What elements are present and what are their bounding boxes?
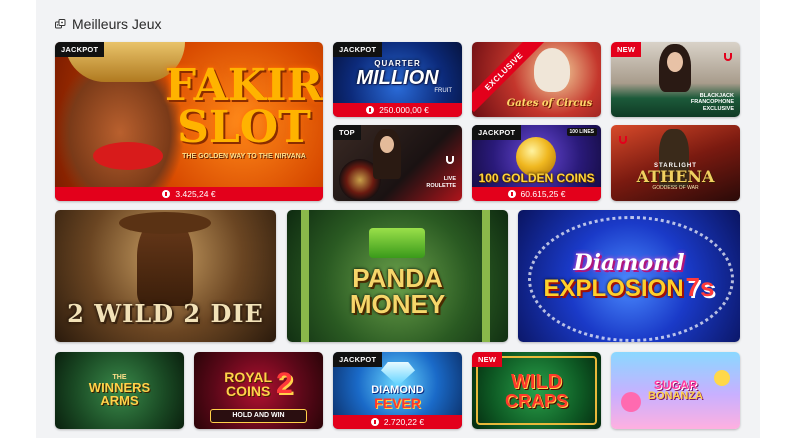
game-subtitle: HOLD AND WIN — [210, 409, 307, 423]
jackpot-amount: 250.000,00 € — [379, 105, 429, 115]
game-title-number: 2 — [276, 366, 293, 400]
game-tile-panda-money[interactable]: PANDA MONEY — [287, 210, 508, 342]
hat-art — [119, 212, 211, 234]
game-title: ROYAL — [224, 368, 273, 385]
game-caption: BLACKJACK FRANCOPHONE EXCLUSIVE — [690, 93, 734, 112]
game-tile-diamond-explosion-7s[interactable]: Diamond EXPLOSION 7s — [518, 210, 740, 342]
game-title: 100 GOLDEN COINS — [478, 171, 595, 185]
jackpot-bar: 2.720,22 € — [333, 415, 462, 429]
page: Meilleurs Jeux JACKPOT FAKIR SLOT THE GO… — [0, 0, 800, 438]
top-badge: TOP — [333, 125, 361, 140]
dealer-face-art — [380, 136, 394, 153]
game-title-line2: COINS — [225, 382, 271, 399]
game-tile-wild-craps[interactable]: NEW WILD CRAPS — [472, 352, 601, 429]
game-tile-fakir-slot[interactable]: JACKPOT FAKIR SLOT THE GOLDEN WAY TO THE… — [55, 42, 323, 201]
lines-label: 100 LINES — [566, 128, 597, 136]
section-title: Meilleurs Jeux — [72, 16, 162, 32]
brand-logo-icon — [446, 156, 454, 164]
game-tile-starlight-athena[interactable]: STARLIGHT ATHENA GODDESS OF WAR — [611, 125, 740, 201]
jackpot-amount: 3.425,24 € — [175, 189, 216, 199]
game-title: WILD — [510, 370, 563, 393]
jackpot-badge: JACKPOT — [472, 125, 522, 140]
jackpot-bar: 3.425,24 € — [55, 187, 323, 201]
jackpot-amount: 60.615,25 € — [520, 189, 566, 199]
game-caption: LIVE ROULETTE — [426, 176, 456, 189]
jackpot-badge: JACKPOT — [333, 352, 383, 367]
game-title-line2: FEVER — [374, 395, 421, 411]
game-tile-2-wild-2-die[interactable]: 2 WILD 2 DIE — [55, 210, 276, 342]
game-tile-gates-of-circus[interactable]: EXCLUSIVE Gates of Circus — [472, 42, 601, 117]
game-tile-diamond-fever[interactable]: JACKPOT DIAMOND FEVER 2.720,22 € — [333, 352, 462, 429]
game-tile-quarter-million-fruit[interactable]: JACKPOT QUARTER MILLION FRUIT 250.000,00… — [333, 42, 462, 117]
dealer-face-art — [667, 52, 683, 72]
jackpot-coin-icon — [507, 190, 516, 198]
jackpot-amount: 2.720,22 € — [383, 417, 425, 427]
game-title: PANDA — [352, 263, 443, 293]
game-title-line2: SLOT — [177, 102, 311, 153]
jackpot-bar: 250.000,00 € — [333, 103, 462, 117]
dice-icon — [55, 18, 66, 28]
game-tile-live-roulette[interactable]: TOP LIVE ROULETTE — [333, 125, 462, 201]
game-title-line2: CRAPS — [504, 390, 568, 411]
game-title: 2 WILD 2 DIE — [67, 299, 264, 328]
new-badge: NEW — [611, 42, 642, 57]
game-title: Diamond — [573, 249, 685, 276]
game-title: MILLION — [356, 67, 439, 89]
jackpot-coin-icon — [370, 418, 379, 426]
brand-logo-icon — [724, 53, 732, 61]
game-title-sub: GODDESS OF WAR — [652, 185, 699, 191]
game-tile-100-golden-coins[interactable]: JACKPOT 100 LINES 100 GOLDEN COINS 60.61… — [472, 125, 601, 201]
game-title-sub: FRUIT — [434, 88, 452, 94]
character-art — [534, 48, 570, 92]
game-title: ATHENA — [636, 167, 715, 186]
game-title-line2: MONEY — [349, 289, 446, 319]
game-tile-sugar-bonanza[interactable]: SUGAR BONANZA — [611, 352, 740, 429]
section-header: Meilleurs Jeux — [55, 14, 161, 34]
game-tile-royal-coins-2[interactable]: ROYAL COINS 2 HOLD AND WIN — [194, 352, 323, 429]
game-title: WINNERS ARMS — [88, 380, 151, 408]
brand-logo-icon — [619, 136, 627, 144]
jackpot-coin-icon — [366, 106, 375, 114]
jackpot-badge: JACKPOT — [55, 42, 105, 57]
game-title: FAKIR — [164, 60, 323, 112]
game-title-suffix: 7s — [685, 271, 715, 302]
game-title-line2: BONANZA — [648, 390, 703, 402]
jackpot-badge: JACKPOT — [333, 42, 383, 57]
game-title: Gates of Circus — [506, 98, 593, 109]
game-tagline: THE GOLDEN WAY TO THE NIRVANA — [182, 152, 306, 160]
game-tile-blackjack-francophone[interactable]: NEW BLACKJACK FRANCOPHONE EXCLUSIVE — [611, 42, 740, 117]
jackpot-bar: 60.615,25 € — [472, 187, 601, 201]
mustache-art — [93, 142, 163, 170]
game-tile-winners-arms[interactable]: THE WINNERS ARMS — [55, 352, 184, 429]
new-badge: NEW — [472, 352, 503, 367]
game-title-line2: EXPLOSION — [543, 274, 684, 302]
jackpot-coin-icon — [162, 190, 171, 198]
